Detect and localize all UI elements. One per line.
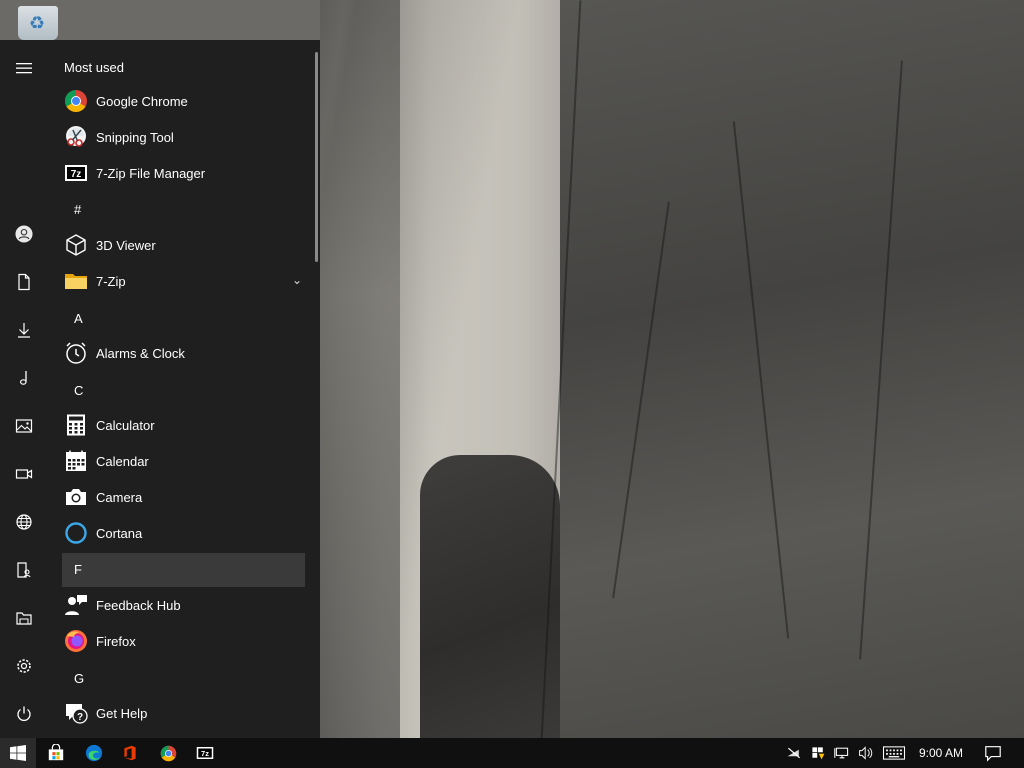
app-list-scrollbar[interactable] (315, 52, 318, 262)
app-label: Calculator (96, 417, 155, 433)
app-label: 3D Viewer (96, 237, 156, 253)
power-icon[interactable] (0, 690, 48, 738)
7zip-icon: 7z (64, 161, 88, 185)
app-item-get-help[interactable]: ? Get Help (60, 695, 308, 731)
app-item-calendar[interactable]: Calendar (60, 443, 308, 479)
app-item-feedback-hub[interactable]: Feedback Hub (60, 587, 308, 623)
start-menu-rail (0, 40, 48, 738)
letter-header-hash[interactable]: # (62, 193, 305, 227)
windows-security-icon[interactable] (806, 738, 830, 768)
app-label: Google Chrome (96, 93, 188, 109)
app-label: Firefox (96, 633, 136, 649)
videos-icon[interactable] (0, 450, 48, 498)
letter-header-c[interactable]: C (62, 374, 305, 408)
cortana-icon (64, 521, 88, 545)
windows-logo-icon (10, 745, 26, 761)
app-item-alarms-clock[interactable]: Alarms & Clock (60, 335, 308, 371)
volume-icon[interactable] (854, 738, 878, 768)
downloads-icon[interactable] (0, 306, 48, 354)
7zip-icon[interactable]: 7z (187, 738, 223, 768)
most-used-heading: Most used (64, 60, 124, 75)
app-label: 7-Zip (96, 273, 126, 289)
app-item-7zip-file-manager[interactable]: 7z 7-Zip File Manager (60, 155, 308, 191)
wallpaper-boulder (420, 455, 560, 738)
chrome-icon[interactable] (150, 738, 186, 768)
app-label: Get Help (96, 705, 148, 721)
folder-icon (64, 269, 88, 293)
app-item-snipping-tool[interactable]: Snipping Tool (60, 119, 308, 155)
app-label: Calendar (96, 453, 149, 469)
app-label: Camera (96, 489, 143, 505)
taskbar: 7z 9:00 AM (0, 738, 1024, 768)
letter-header-f[interactable]: F (62, 553, 305, 587)
chrome-icon (64, 89, 88, 113)
recycle-bin-icon[interactable] (18, 6, 58, 40)
app-list: Most used Google Chrome Snipping Tool 7z… (48, 40, 320, 738)
chevron-down-icon[interactable]: ⌄ (292, 273, 302, 287)
app-label: Snipping Tool (96, 129, 174, 145)
firefox-icon (64, 629, 88, 653)
letter-header-g[interactable]: G (62, 662, 305, 696)
wallpaper-dark-rock-face (560, 0, 1024, 738)
alarm-clock-icon (64, 341, 88, 365)
start-menu: Most used Google Chrome Snipping Tool 7z… (0, 40, 320, 738)
app-item-camera[interactable]: Camera (60, 479, 308, 515)
microsoft-store-icon[interactable] (38, 738, 74, 768)
hamburger-menu-icon[interactable] (0, 44, 48, 92)
settings-gear-icon[interactable] (0, 642, 48, 690)
network-icon[interactable] (0, 498, 48, 546)
svg-text:7z: 7z (71, 169, 82, 180)
user-account-icon[interactable] (0, 210, 48, 258)
3d-cube-icon (64, 233, 88, 257)
file-explorer-icon[interactable] (0, 594, 48, 642)
edge-icon[interactable] (76, 738, 112, 768)
app-item-3d-viewer[interactable]: 3D Viewer (60, 227, 308, 263)
app-label: 7-Zip File Manager (96, 165, 206, 181)
action-center-icon[interactable] (978, 738, 1008, 768)
network-display-icon[interactable] (830, 738, 854, 768)
app-item-7zip-folder[interactable]: 7-Zip ⌄ (60, 263, 308, 299)
app-item-cortana[interactable]: Cortana (60, 515, 308, 551)
calculator-icon (64, 413, 88, 437)
windows-start-button[interactable] (0, 738, 36, 768)
keyboard-icon[interactable] (880, 738, 908, 768)
feedback-hub-icon (64, 593, 88, 617)
get-help-icon: ? (64, 701, 88, 725)
calendar-icon (64, 449, 88, 473)
office-icon[interactable] (112, 738, 148, 768)
wallpaper-rock-shadow (320, 0, 400, 738)
music-icon[interactable] (0, 354, 48, 402)
documents-icon[interactable] (0, 258, 48, 306)
letter-header-a[interactable]: A (62, 302, 305, 336)
taskbar-clock[interactable]: 9:00 AM (912, 738, 970, 768)
network-disconnected-icon[interactable] (782, 738, 806, 768)
app-item-firefox[interactable]: Firefox (60, 623, 308, 659)
scissors-icon (64, 125, 88, 149)
camera-icon (64, 485, 88, 509)
app-item-google-chrome[interactable]: Google Chrome (60, 83, 308, 119)
svg-text:?: ? (77, 712, 83, 723)
app-label: Cortana (96, 525, 143, 541)
app-label: Feedback Hub (96, 597, 181, 613)
personal-folder-icon[interactable] (0, 546, 48, 594)
app-label: Alarms & Clock (96, 345, 185, 361)
pictures-icon[interactable] (0, 402, 48, 450)
app-item-calculator[interactable]: Calculator (60, 407, 308, 443)
svg-text:7z: 7z (201, 749, 209, 758)
